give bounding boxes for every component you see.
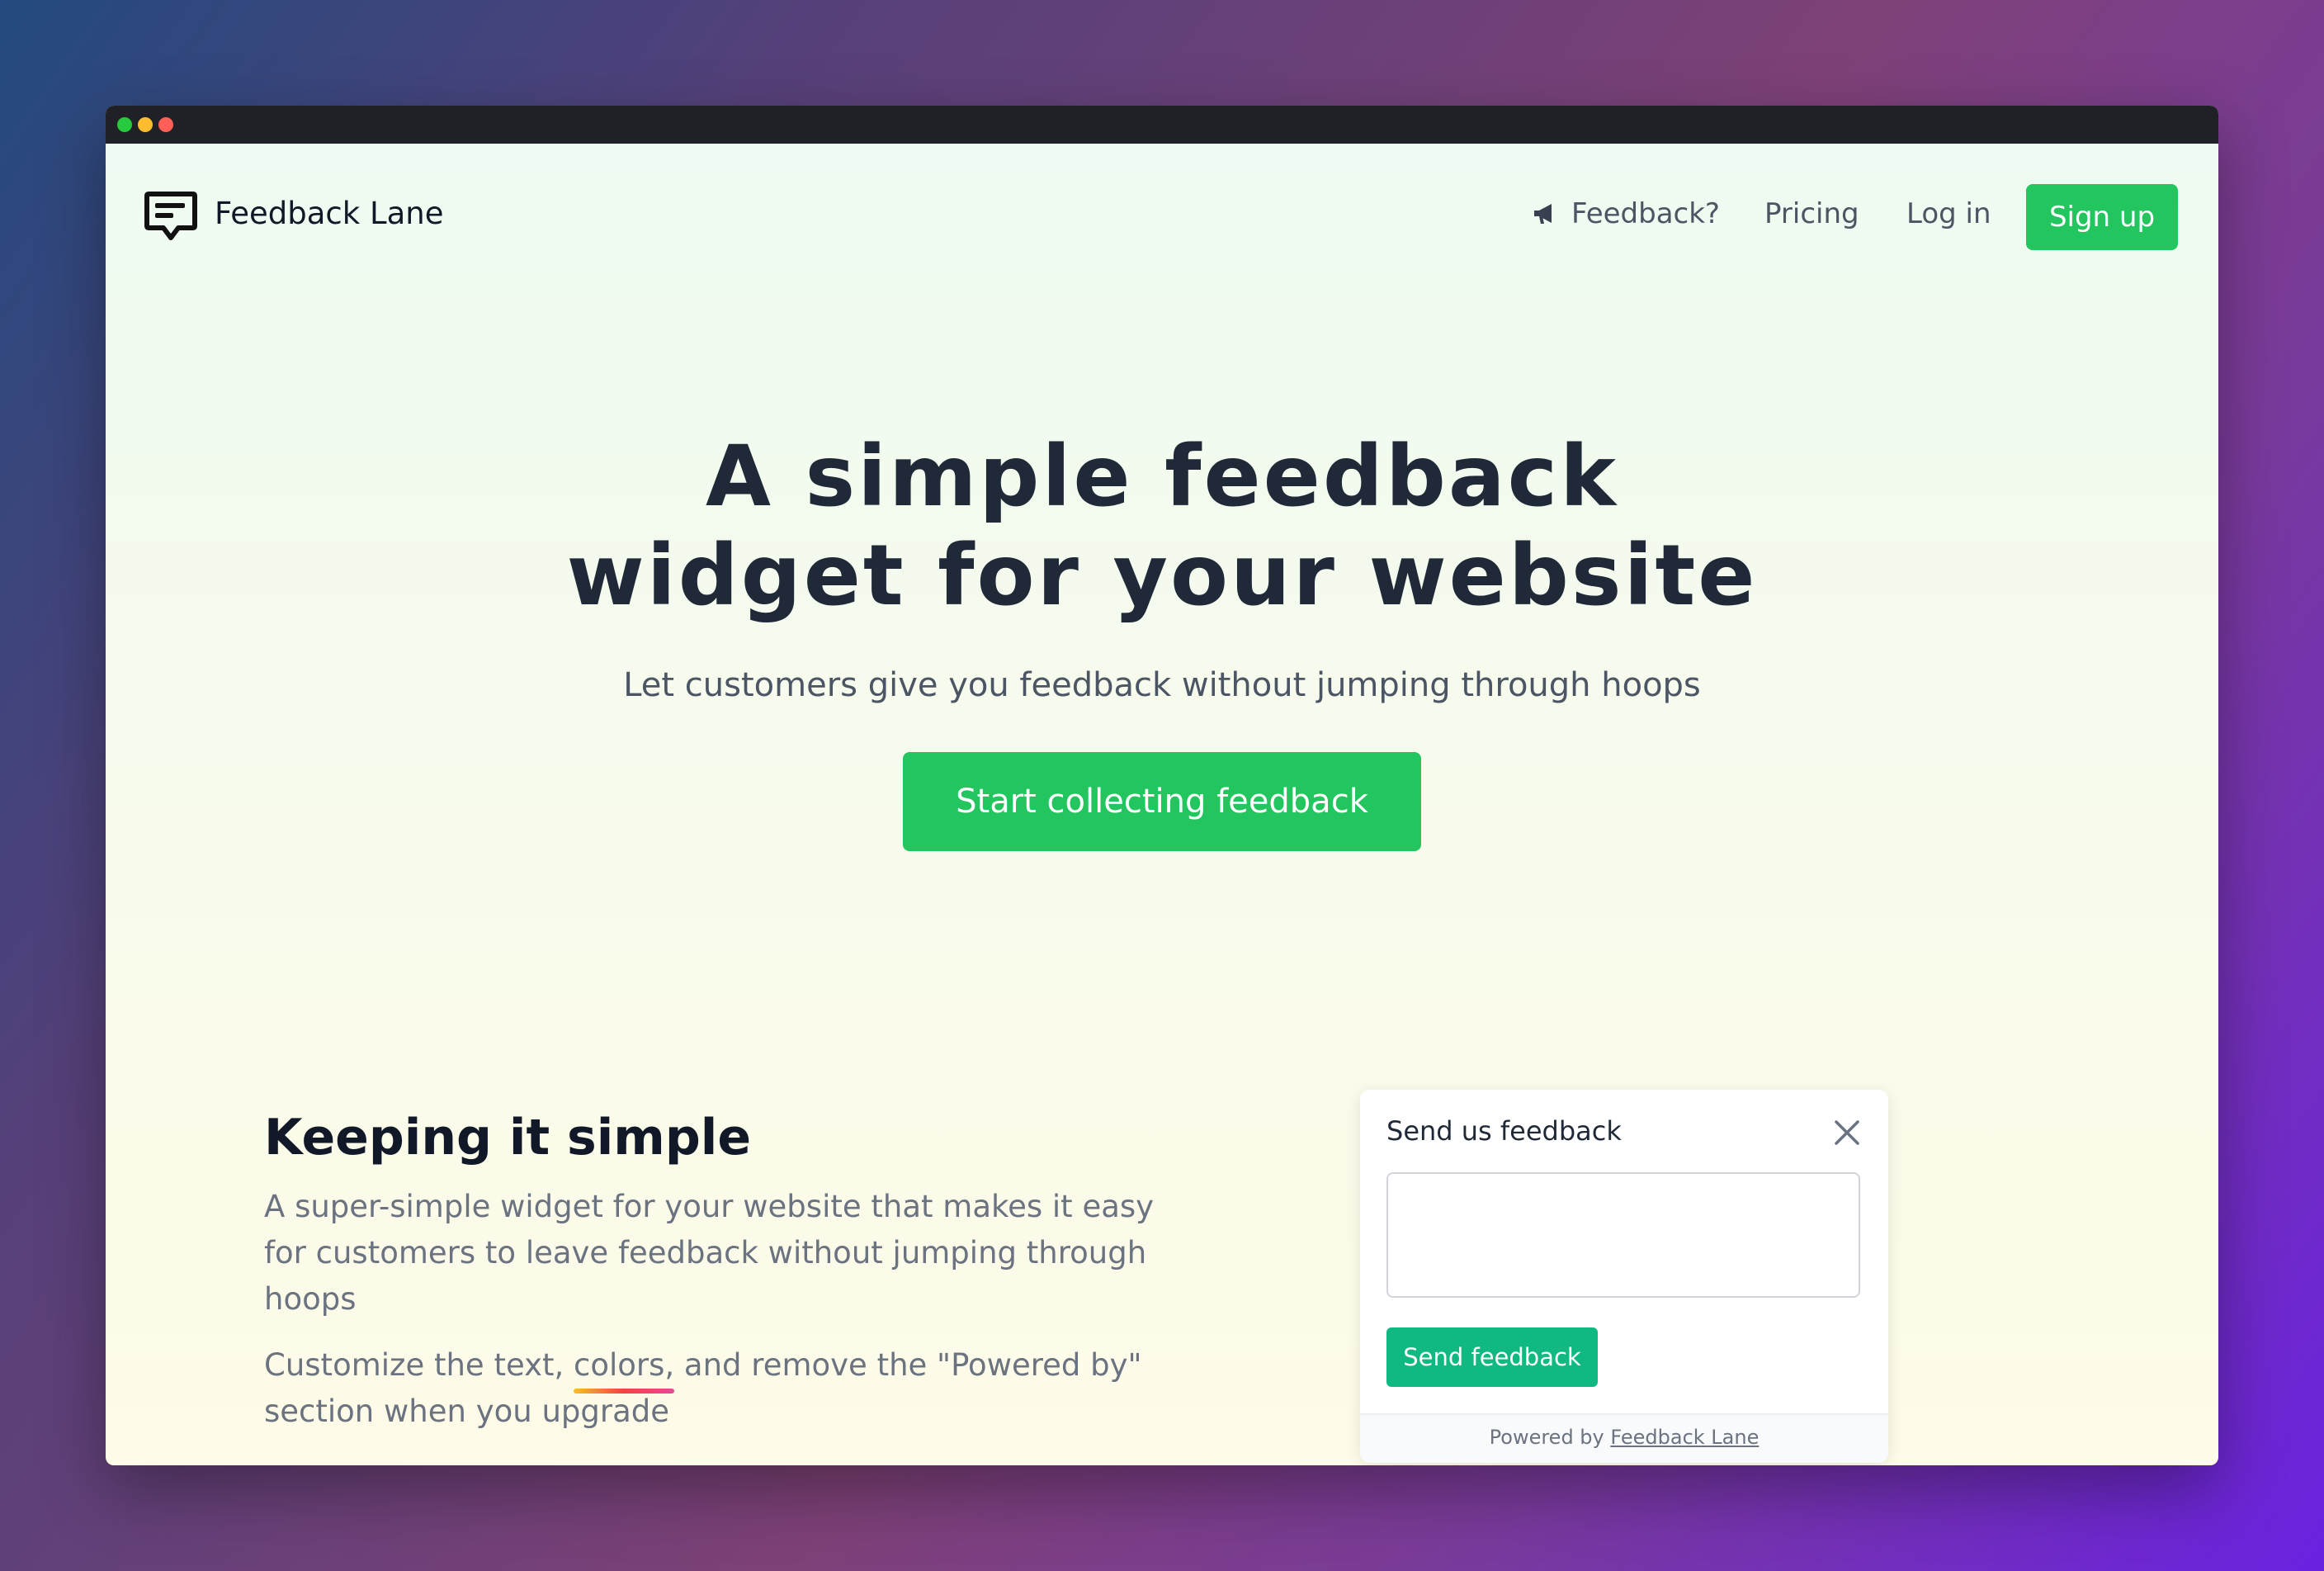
window-titlebar [106,106,2218,144]
gradient-underline [574,1389,675,1394]
paragraph-2-start: Customize the text, [264,1347,574,1383]
window-maximize-button[interactable] [117,117,132,132]
hero-subtitle: Let customers give you feedback without … [623,666,1701,704]
signup-button[interactable]: Sign up [2026,184,2178,250]
widget-powered-by: Powered by Feedback Lane [1360,1413,1888,1463]
powered-by-link[interactable]: Feedback Lane [1610,1426,1759,1449]
section-paragraph-1: A super-simple widget for your website t… [264,1189,1155,1317]
hero-title: A simple feedback widget for your websit… [106,428,2218,626]
close-icon[interactable] [1832,1118,1862,1147]
colors-highlight-text: colors, [574,1347,675,1383]
section-title: Keeping it simple [264,1109,752,1166]
colors-highlight: colors, [574,1342,675,1394]
hero-title-line-1: A simple feedback [706,428,1618,526]
megaphone-icon [1534,204,1552,224]
start-collecting-button[interactable]: Start collecting feedback [903,752,1421,851]
widget-title: Send us feedback [1386,1115,1622,1147]
brand-name[interactable]: Feedback Lane [215,195,443,233]
window-close-button[interactable] [158,117,173,132]
nav-login-link[interactable]: Log in [1906,195,1991,233]
section-paragraph-2: Customize the text, colors, and remove t… [264,1342,1164,1435]
chat-bubble-icon[interactable] [144,190,198,244]
feedback-widget: Send us feedback Send feedback Powered b… [1360,1090,1888,1463]
hero-title-line-2: widget for your website [566,527,1758,625]
browser-window: Feedback Lane Feedback? Pricing Log in S… [106,106,2218,1465]
send-feedback-button[interactable]: Send feedback [1386,1327,1598,1387]
feedback-textarea[interactable] [1386,1172,1860,1298]
window-minimize-button[interactable] [138,117,153,132]
powered-by-text: Powered by [1489,1426,1611,1449]
nav-feedback-link[interactable]: Feedback? [1571,195,1720,233]
nav-pricing-link[interactable]: Pricing [1764,195,1859,233]
